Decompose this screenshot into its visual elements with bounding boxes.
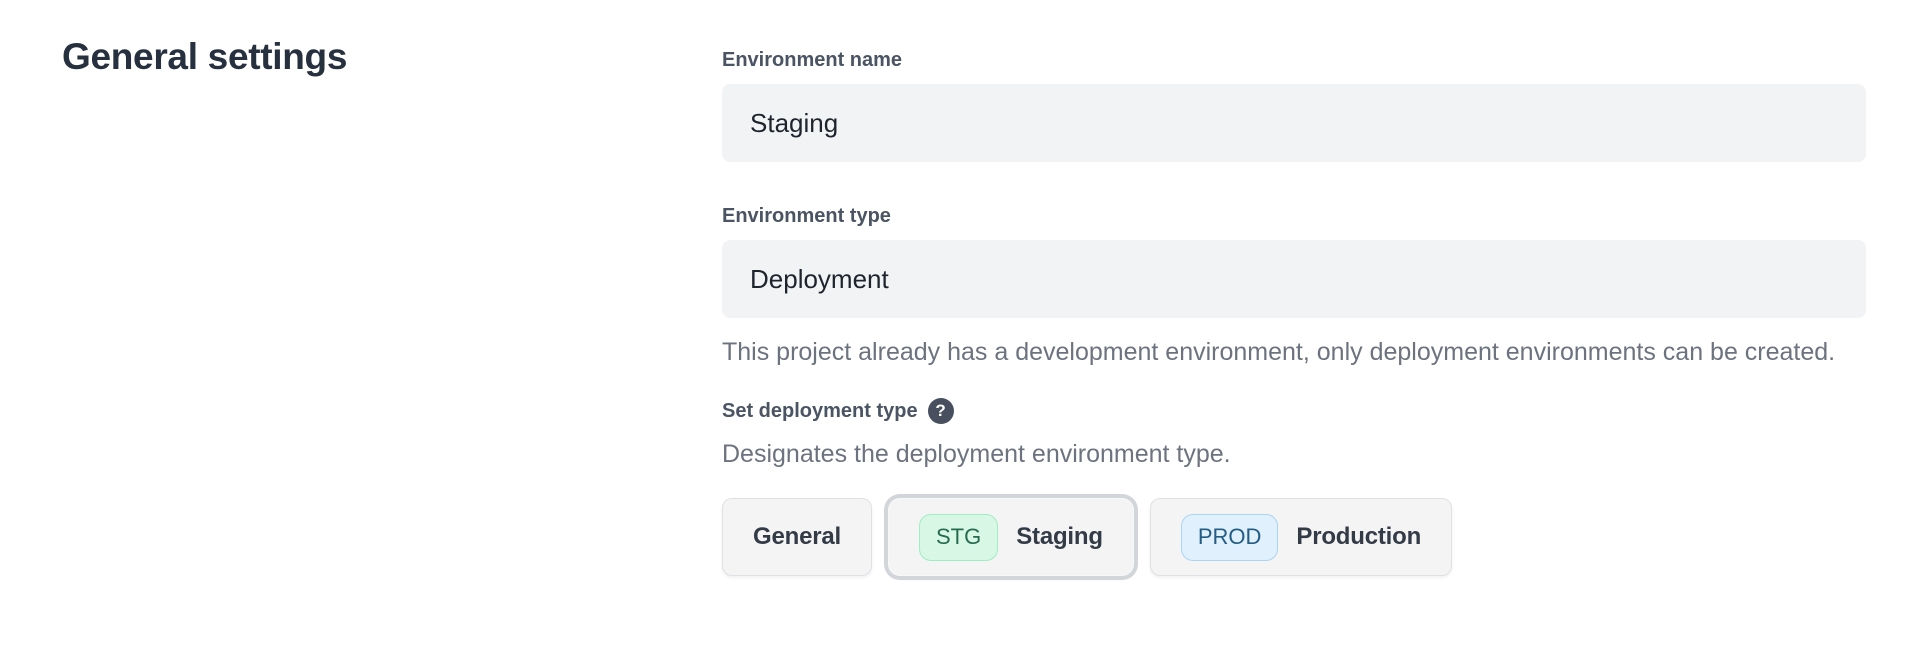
environment-type-input[interactable]: [722, 240, 1866, 318]
environment-type-field: Environment type This project already ha…: [722, 204, 1866, 372]
production-button-label: Production: [1296, 523, 1421, 551]
environment-name-label: Environment name: [722, 48, 1866, 72]
staging-button-label: Staging: [1016, 523, 1103, 551]
environment-name-field: Environment name: [722, 48, 1866, 162]
environment-type-label: Environment type: [722, 204, 1866, 228]
deployment-type-general-button[interactable]: General: [722, 498, 872, 576]
deployment-type-staging-button[interactable]: STG Staging: [888, 498, 1134, 576]
deployment-type-options: General STG Staging PROD Production: [722, 498, 1866, 576]
environment-name-input[interactable]: [722, 84, 1866, 162]
general-settings-page: General settings Environment name Enviro…: [0, 0, 1916, 652]
deployment-type-production-button[interactable]: PROD Production: [1150, 498, 1452, 576]
deployment-type-label: Set deployment type: [722, 398, 918, 424]
deployment-type-description: Designates the deployment environment ty…: [722, 434, 1866, 474]
deployment-type-label-row: Set deployment type ?: [722, 398, 1866, 424]
help-icon[interactable]: ?: [928, 398, 954, 424]
page-title: General settings: [62, 36, 347, 78]
stg-badge: STG: [919, 514, 998, 561]
prod-badge: PROD: [1181, 514, 1279, 561]
general-button-label: General: [753, 523, 841, 551]
settings-form: Environment name Environment type This p…: [722, 48, 1866, 576]
environment-type-helper-text: This project already has a development e…: [722, 332, 1866, 372]
